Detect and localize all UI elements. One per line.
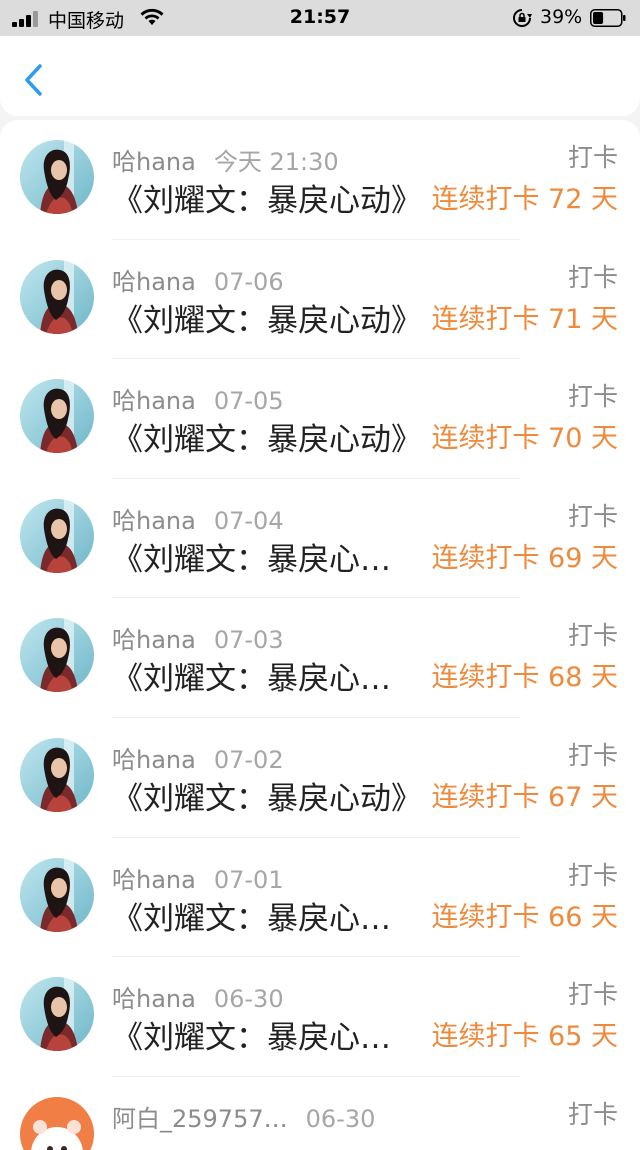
streak-count: 连续打卡 66 天 (431, 901, 618, 933)
book-title: 《刘耀文：暴戾心动》 (112, 422, 422, 459)
username: 哈hana (112, 985, 196, 1014)
post-date: 07-06 (213, 267, 284, 296)
username: 哈hana (112, 865, 196, 894)
avatar[interactable] (20, 857, 94, 932)
post-date: 07-05 (213, 387, 284, 416)
list-item[interactable]: 哈hana 07-04 打卡 《刘耀文：暴戾心… 连续打卡 69 天 (0, 479, 640, 599)
streak-count: 连续打卡 65 天 (431, 1021, 618, 1053)
list-item[interactable]: 哈hana 07-06 打卡 《刘耀文：暴戾心动》 连续打卡 71 天 (0, 240, 640, 360)
checkin-tag: 打卡 (567, 621, 618, 651)
avatar[interactable] (20, 618, 94, 693)
avatar[interactable] (20, 498, 94, 573)
streak-count: 连续打卡 71 天 (431, 303, 618, 335)
list-item[interactable]: 哈hana 07-05 打卡 《刘耀文：暴戾心动》 连续打卡 70 天 (0, 359, 640, 479)
avatar[interactable] (20, 140, 94, 214)
book-title: 《刘耀文：暴戾心动》 (112, 780, 422, 817)
post-date: 07-04 (213, 506, 284, 535)
streak-count: 连续打卡 69 天 (431, 542, 618, 574)
list-item[interactable]: 哈hana 07-03 打卡 《刘耀文：暴戾心… 连续打卡 68 天 (0, 598, 640, 718)
list-item[interactable]: 哈hana 07-02 打卡 《刘耀文：暴戾心动》 连续打卡 67 天 (0, 718, 640, 838)
chevron-left-icon (25, 64, 42, 96)
username: 哈hana (112, 148, 196, 176)
username: 哈hana (112, 387, 196, 416)
avatar[interactable] (20, 737, 94, 812)
avatar[interactable] (20, 379, 94, 454)
post-date: 今天 21:30 (213, 148, 339, 176)
username: 哈hana (112, 626, 196, 655)
book-title: 《刘耀文：暴戾心… (112, 1020, 391, 1057)
list-item[interactable]: 阿白_259757… 06-30 打卡 (0, 1077, 640, 1150)
list-item[interactable]: 哈hana 今天 21:30 打卡 《刘耀文：暴戾心动》 连续打卡 72 天 (0, 120, 640, 240)
nav-header (0, 36, 640, 116)
checkin-list: 哈hana 今天 21:30 打卡 《刘耀文：暴戾心动》 连续打卡 72 天 哈h… (0, 120, 640, 1150)
post-date: 06-30 (213, 985, 284, 1014)
streak-count: 连续打卡 68 天 (431, 662, 618, 694)
username: 哈hana (112, 267, 196, 296)
checkin-tag: 打卡 (567, 501, 618, 531)
avatar[interactable] (20, 1096, 94, 1150)
checkin-tag: 打卡 (567, 740, 618, 770)
post-date: 06-30 (305, 1104, 376, 1133)
avatar[interactable] (20, 977, 94, 1052)
username: 哈hana (112, 745, 196, 774)
username: 阿白_259757… (112, 1104, 288, 1133)
book-title: 《刘耀文：暴戾心动》 (112, 183, 422, 219)
book-title: 《刘耀文：暴戾心… (112, 541, 391, 578)
checkin-tag: 打卡 (567, 143, 618, 172)
back-button[interactable] (18, 60, 52, 100)
book-title: 《刘耀文：暴戾心… (112, 661, 391, 698)
battery-icon (590, 9, 626, 27)
checkin-tag: 打卡 (567, 262, 618, 292)
checkin-tag: 打卡 (567, 860, 618, 890)
username: 哈hana (112, 506, 196, 535)
streak-count: 连续打卡 70 天 (431, 423, 618, 455)
orientation-lock-icon (513, 9, 532, 27)
list-item[interactable]: 哈hana 07-01 打卡 《刘耀文：暴戾心… 连续打卡 66 天 (0, 838, 640, 958)
status-bar: 中国移动 21:57 39% (0, 0, 640, 36)
battery-percent: 39% (540, 6, 583, 28)
book-title: 《刘耀文：暴戾心动》 (112, 302, 422, 339)
streak-count: 连续打卡 67 天 (431, 781, 618, 813)
streak-count: 连续打卡 72 天 (431, 184, 618, 215)
list-item[interactable]: 哈hana 06-30 打卡 《刘耀文：暴戾心… 连续打卡 65 天 (0, 957, 640, 1077)
checkin-tag: 打卡 (567, 382, 618, 412)
avatar[interactable] (20, 259, 94, 334)
checkin-tag: 打卡 (567, 1099, 618, 1129)
post-date: 07-02 (213, 745, 284, 774)
book-title: 《刘耀文：暴戾心… (112, 900, 391, 937)
post-date: 07-03 (213, 626, 284, 655)
checkin-tag: 打卡 (567, 980, 618, 1010)
post-date: 07-01 (213, 865, 284, 894)
